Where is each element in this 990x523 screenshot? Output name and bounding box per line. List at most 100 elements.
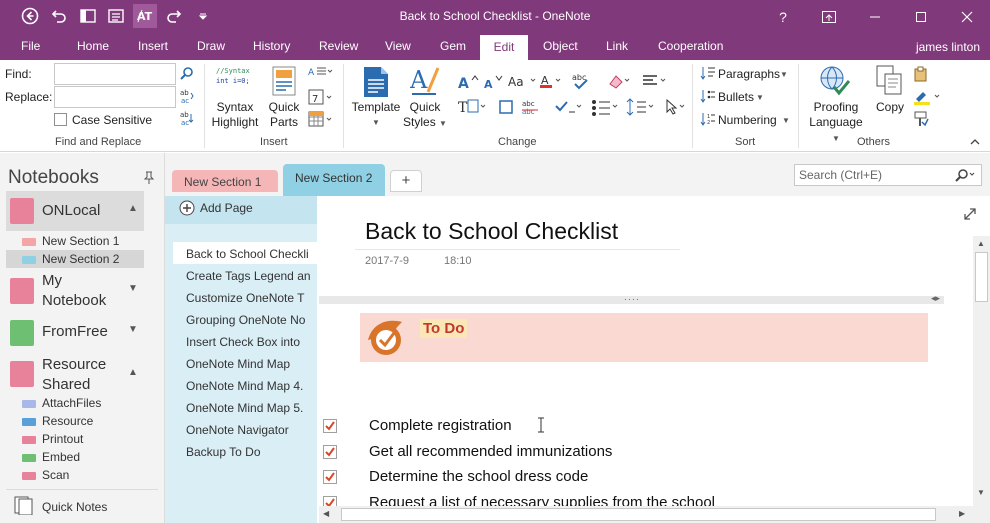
font-color-icon[interactable]: A [540, 73, 564, 89]
section-new-section-1[interactable]: New Section 1 [6, 232, 144, 250]
tab-view[interactable]: View [385, 39, 411, 53]
case-sensitive-checkbox[interactable] [54, 113, 67, 126]
border-icon[interactable] [498, 99, 518, 115]
scroll-right-icon[interactable]: ▶ [959, 509, 965, 518]
page-item[interactable]: OneNote Mind Map [173, 352, 317, 374]
tab-gem[interactable]: Gem [440, 39, 466, 53]
section-embed[interactable]: Embed [6, 448, 144, 466]
quick-parts-icon[interactable] [272, 66, 296, 96]
paste-icon[interactable] [913, 66, 929, 82]
section-tab-new-section-2[interactable]: New Section 2 [283, 164, 385, 196]
page-item[interactable]: Insert Check Box into [173, 330, 317, 352]
scrollbar-thumb[interactable] [975, 252, 988, 302]
replace-next-icon[interactable]: ab ac [180, 88, 196, 104]
select-pointer-icon[interactable] [664, 98, 688, 116]
checkbox-list-icon[interactable] [554, 98, 584, 116]
syntax-highlight-button[interactable]: Syntax Highlight [206, 100, 264, 130]
task-item[interactable]: Get all recommended immunizations [323, 442, 823, 464]
checkbox-checked[interactable] [323, 470, 337, 484]
checkbox-checked[interactable] [323, 419, 337, 433]
minimize-icon[interactable] [852, 0, 898, 33]
notebook-fromfree[interactable]: FromFree ▼ [6, 316, 144, 348]
search-icon[interactable] [955, 168, 977, 182]
page-item-back-to-school[interactable]: Back to School Checkli [173, 242, 317, 264]
quick-styles-icon[interactable]: A [410, 64, 440, 98]
tab-review[interactable]: Review [319, 39, 358, 53]
chevron-up-icon[interactable]: ▲ [128, 367, 138, 378]
text-box-icon[interactable]: T [458, 98, 488, 116]
replace-all-icon[interactable]: ab ac [180, 110, 196, 126]
resize-handle-icon[interactable]: ◂▸ [931, 293, 940, 304]
find-input[interactable] [54, 63, 176, 85]
scrollbar-thumb[interactable] [341, 508, 936, 521]
tab-insert[interactable]: Insert [138, 39, 168, 53]
syntax-highlight-icon[interactable]: //Syntax int i=0; [216, 66, 254, 102]
page-item[interactable]: Customize OneNote T [173, 286, 317, 308]
align-icon[interactable] [642, 74, 668, 88]
add-section-button[interactable]: + [390, 170, 422, 192]
template-button[interactable]: Template ▼ [347, 100, 405, 130]
notebook-my-notebook[interactable]: My Notebook ▼ [6, 271, 144, 311]
user-name[interactable]: james linton [916, 40, 980, 54]
checkbox-checked[interactable] [323, 445, 337, 459]
chevron-down-icon[interactable]: ▼ [128, 324, 138, 335]
replace-input[interactable] [54, 86, 176, 108]
numbering-sort-icon[interactable]: 12 [700, 112, 716, 126]
strikethrough-icon[interactable]: abc abc [522, 98, 546, 116]
page-item[interactable]: OneNote Mind Map 4. [173, 374, 317, 396]
tab-home[interactable]: Home [77, 39, 109, 53]
section-new-section-2[interactable]: New Section 2 [6, 250, 144, 268]
quick-parts-button[interactable]: Quick Parts [264, 100, 304, 130]
section-attachfiles[interactable]: AttachFiles [6, 394, 144, 412]
page-item[interactable]: OneNote Navigator [173, 418, 317, 440]
page-item[interactable]: Create Tags Legend an [173, 264, 317, 286]
task-item[interactable]: Complete registration [323, 416, 823, 438]
line-spacing-icon[interactable] [626, 98, 656, 116]
back-icon[interactable] [18, 4, 42, 28]
bullets-sort-icon[interactable] [700, 89, 716, 103]
collapse-ribbon-icon[interactable] [969, 138, 981, 146]
section-resource[interactable]: Resource [6, 412, 144, 430]
horizontal-scrollbar[interactable]: ◀ ▶ [319, 506, 973, 523]
redo-icon[interactable] [162, 4, 186, 28]
bullets-label[interactable]: Bullets [718, 90, 754, 104]
section-printout[interactable]: Printout [6, 430, 144, 448]
numbering-label[interactable]: Numbering [718, 113, 777, 127]
note-container-handle[interactable]: ···· ◂▸ [319, 293, 944, 304]
calendar-icon[interactable]: 7 [308, 89, 334, 105]
page-view-icon[interactable] [104, 4, 128, 28]
clear-format-icon[interactable] [606, 72, 632, 90]
format-painter-icon[interactable] [913, 111, 929, 127]
spelling-icon[interactable]: abc [572, 72, 596, 90]
undo-icon[interactable] [47, 4, 71, 28]
task-item[interactable]: Determine the school dress code [323, 467, 823, 489]
task-text[interactable]: Determine the school dress code [369, 468, 588, 485]
highlighter-icon[interactable] [913, 89, 943, 105]
scroll-down-icon[interactable]: ▼ [977, 488, 985, 497]
scroll-left-icon[interactable]: ◀ [323, 509, 329, 518]
drag-handle-icon[interactable]: ···· [624, 294, 640, 304]
customize-qat-icon[interactable] [191, 4, 215, 28]
search-input[interactable]: Search (Ctrl+E) [794, 164, 982, 186]
section-scan[interactable]: Scan [6, 466, 144, 484]
tab-link[interactable]: Link [606, 39, 628, 53]
quick-notes[interactable]: Quick Notes [6, 493, 158, 519]
text-lines-icon[interactable]: A [308, 65, 334, 79]
paragraphs-sort-icon[interactable] [700, 66, 716, 80]
page-item[interactable]: Grouping OneNote No [173, 308, 317, 330]
copy-icon[interactable] [876, 65, 904, 97]
table-icon[interactable] [308, 111, 334, 127]
restore-ribbon-icon[interactable] [806, 0, 852, 33]
tab-draw[interactable]: Draw [197, 39, 225, 53]
checkbox-checked[interactable] [323, 496, 337, 506]
page-item[interactable]: OneNote Mind Map 5. [173, 396, 317, 418]
tab-edit[interactable]: Edit [480, 35, 528, 60]
maximize-icon[interactable] [898, 0, 944, 33]
add-page-button[interactable]: Add Page [165, 196, 317, 224]
task-text[interactable]: Request a list of necessary supplies fro… [369, 494, 715, 506]
expand-icon[interactable] [964, 208, 976, 220]
copy-button[interactable]: Copy [870, 100, 910, 115]
chevron-down-icon[interactable]: ▼ [128, 283, 138, 294]
close-icon[interactable] [944, 0, 990, 33]
quick-styles-button[interactable]: Quick Styles ▼ [403, 100, 447, 131]
